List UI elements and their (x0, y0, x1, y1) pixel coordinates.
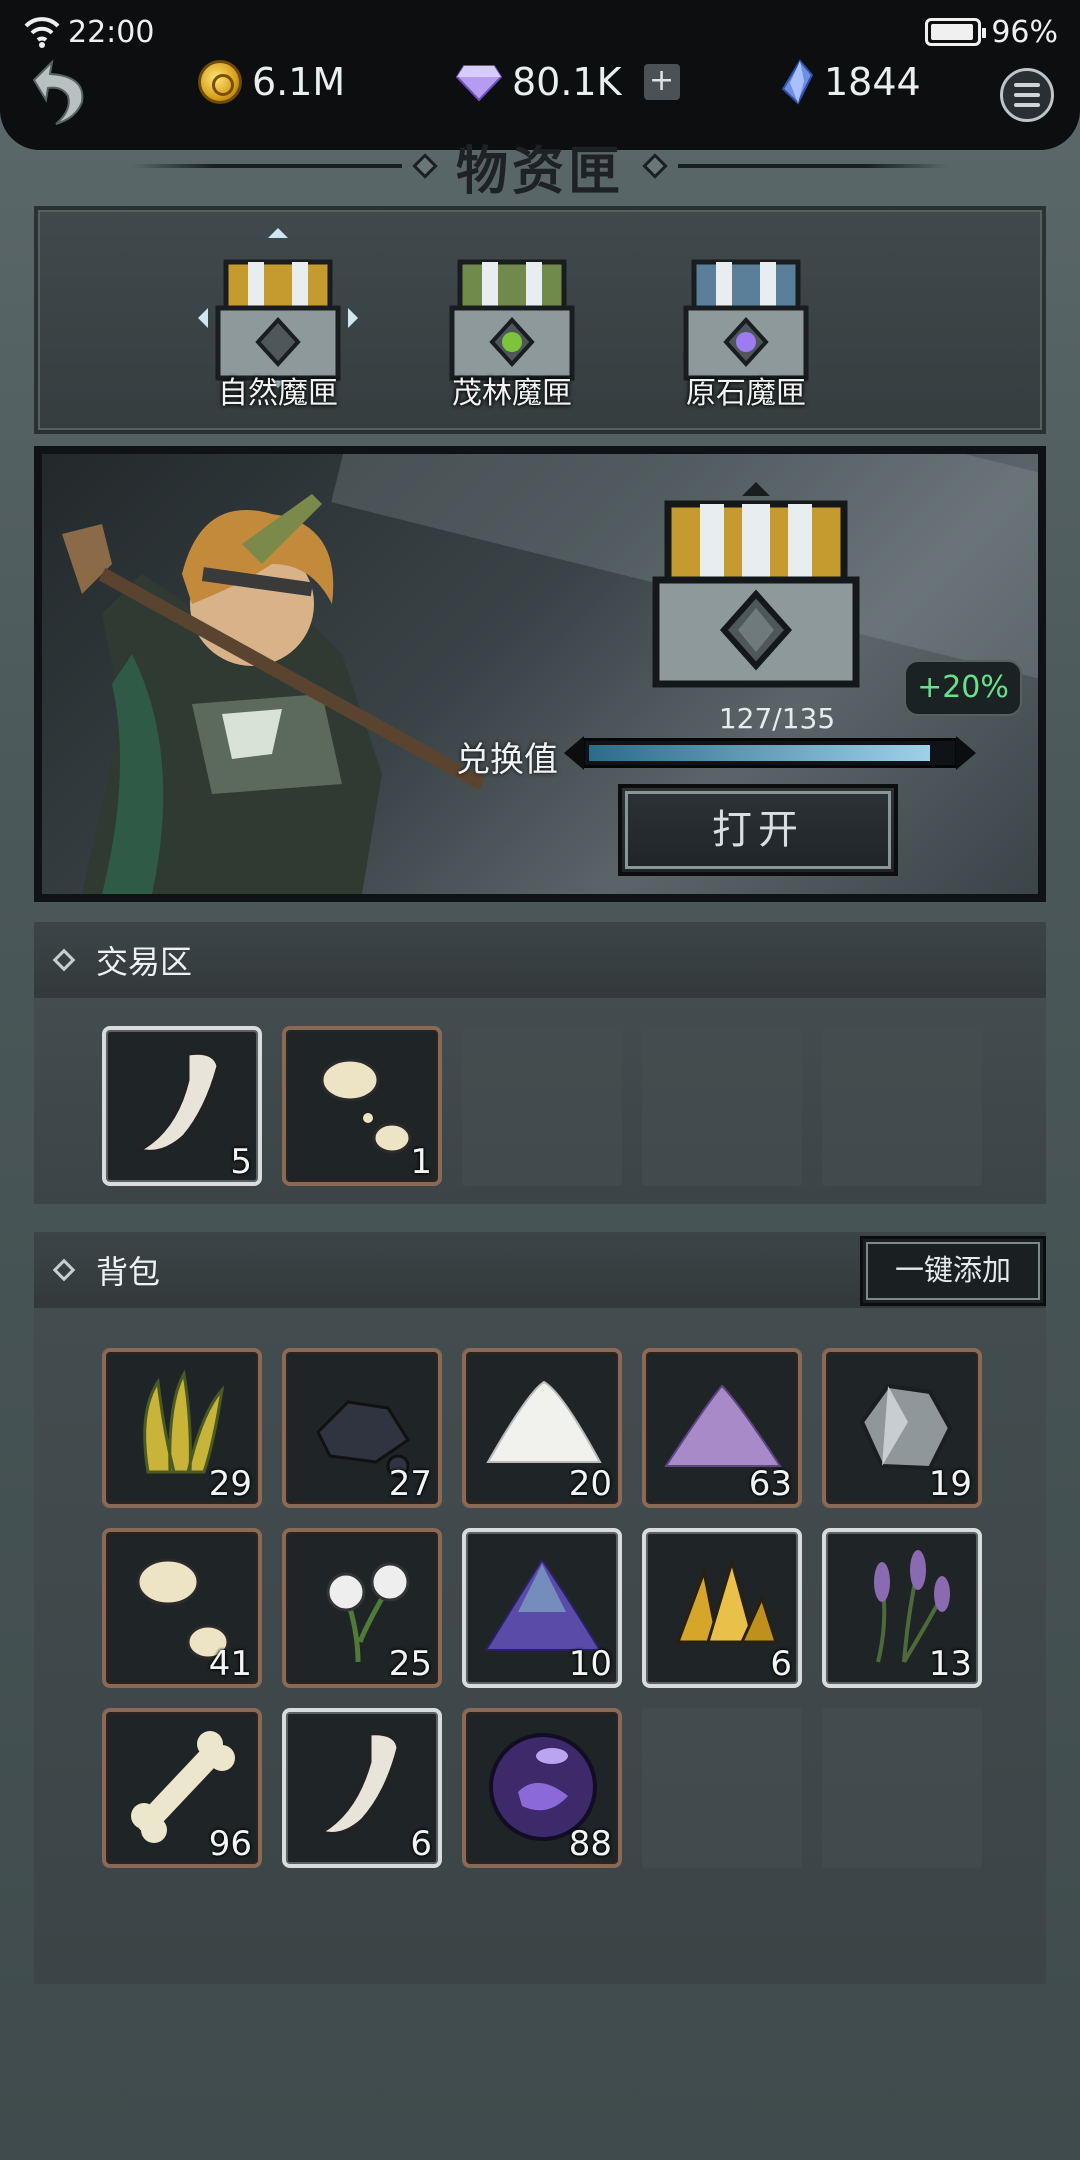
trade-slot[interactable]: 5 (102, 1026, 262, 1186)
gold-amount: 6.1M (252, 60, 346, 104)
item-count: 10 (568, 1644, 612, 1684)
backpack-slot[interactable]: 13 (822, 1528, 982, 1688)
trade-slot[interactable]: 1 (282, 1026, 442, 1186)
battery-icon (925, 18, 987, 46)
diamond-amount: 80.1K (512, 60, 622, 104)
bonus-badge: +20% (904, 660, 1022, 716)
backpack-slot[interactable]: 63 (642, 1348, 802, 1508)
trade-area-header: 交易区 (34, 922, 1046, 998)
menu-icon[interactable] (1000, 68, 1054, 122)
gold-crystal-icon (675, 1556, 779, 1644)
status-bar: 22:00 96% (22, 12, 1058, 52)
gold-currency: 6.1M (198, 54, 345, 110)
item-count: 20 (568, 1464, 612, 1504)
selected-chest-icon (652, 482, 860, 688)
gold-coin-icon (198, 60, 242, 104)
diamond-bullet-icon (52, 1258, 76, 1282)
chest-option-nature[interactable]: 自然魔匣 (188, 228, 368, 428)
backpack-title: 背包 (96, 1253, 161, 1291)
chest-option-forest[interactable]: 茂林魔匣 (422, 228, 602, 428)
backpack-slot[interactable]: 10 (462, 1528, 622, 1688)
wifi-icon (24, 17, 60, 48)
open-chest-button[interactable]: 打开 (618, 784, 898, 876)
chest-label: 原石魔匣 (686, 376, 806, 411)
item-count: 63 (748, 1464, 792, 1504)
diamond-currency: 80.1K + (456, 54, 680, 110)
item-count: 27 (388, 1464, 432, 1504)
page-title-bar: 物资匣 (0, 126, 1080, 206)
battery-percent: 96% (991, 14, 1058, 50)
item-count: 29 (208, 1464, 252, 1504)
crystal-currency: 1844 (780, 54, 921, 110)
backpack-grid: 29 27 20 63 19 41 25 10 6 13 96 6 88 (34, 1308, 1046, 1984)
backpack-slot[interactable]: 96 (102, 1708, 262, 1868)
exchange-label: 兑换值 (456, 740, 558, 780)
item-count: 5 (230, 1142, 252, 1182)
item-count: 96 (208, 1824, 252, 1864)
diamond-bullet-icon (52, 948, 76, 972)
item-count: 88 (568, 1824, 612, 1864)
backpack-slot[interactable]: 6 (282, 1708, 442, 1868)
chest-label: 自然魔匣 (218, 376, 338, 411)
character-illustration (62, 494, 486, 894)
add-all-button[interactable]: 一键添加 (860, 1236, 1046, 1306)
exchange-progress-bar (582, 738, 958, 768)
item-count: 6 (770, 1644, 792, 1684)
backpack-header: 背包 一键添加 (34, 1232, 1046, 1308)
bar-cap-left-icon (564, 736, 584, 770)
backpack-slot[interactable]: 19 (822, 1348, 982, 1508)
item-count: 19 (928, 1464, 972, 1504)
empty-trade-slot[interactable] (822, 1026, 982, 1186)
chest-label: 茂林魔匣 (452, 376, 572, 411)
item-count: 6 (410, 1824, 432, 1864)
item-count: 13 (928, 1644, 972, 1684)
diamond-icon (456, 65, 502, 102)
item-count: 25 (388, 1644, 432, 1684)
empty-backpack-slot[interactable] (642, 1708, 802, 1868)
back-arrow-icon[interactable] (26, 58, 96, 128)
add-diamond-button[interactable]: + (643, 64, 680, 100)
crystal-amount: 1844 (824, 60, 921, 104)
bone-fragments-icon (320, 1058, 412, 1154)
exchange-progress-text: 127/135 (718, 702, 836, 735)
backpack-slot[interactable]: 20 (462, 1348, 622, 1508)
empty-trade-slot[interactable] (462, 1026, 622, 1186)
backpack-slot[interactable]: 88 (462, 1708, 622, 1868)
chest-selector: 自然魔匣 茂林魔匣 原石魔匣 (34, 206, 1046, 434)
bar-cap-right-icon (956, 736, 976, 770)
empty-trade-slot[interactable] (642, 1026, 802, 1186)
backpack-slot[interactable]: 6 (642, 1528, 802, 1688)
backpack-slot[interactable]: 25 (282, 1528, 442, 1688)
exchange-progress-fill (589, 745, 930, 761)
trade-area-title: 交易区 (96, 943, 193, 981)
backpack-slot[interactable]: 27 (282, 1348, 442, 1508)
fang-icon (318, 1732, 400, 1835)
backpack-slot[interactable]: 29 (102, 1348, 262, 1508)
status-time: 22:00 (68, 14, 155, 50)
fang-icon (136, 1051, 220, 1153)
backpack-slot[interactable]: 41 (102, 1528, 262, 1688)
chest-option-ore[interactable]: 原石魔匣 (656, 228, 836, 428)
chest-showcase: +20% 127/135 兑换值 打开 (34, 446, 1046, 902)
page-title: 物资匣 (455, 141, 624, 202)
item-count: 41 (208, 1644, 252, 1684)
trade-area: 5 1 (34, 998, 1046, 1204)
item-count: 1 (410, 1142, 432, 1182)
empty-backpack-slot[interactable] (822, 1708, 982, 1868)
blue-crystal-icon (781, 59, 814, 105)
